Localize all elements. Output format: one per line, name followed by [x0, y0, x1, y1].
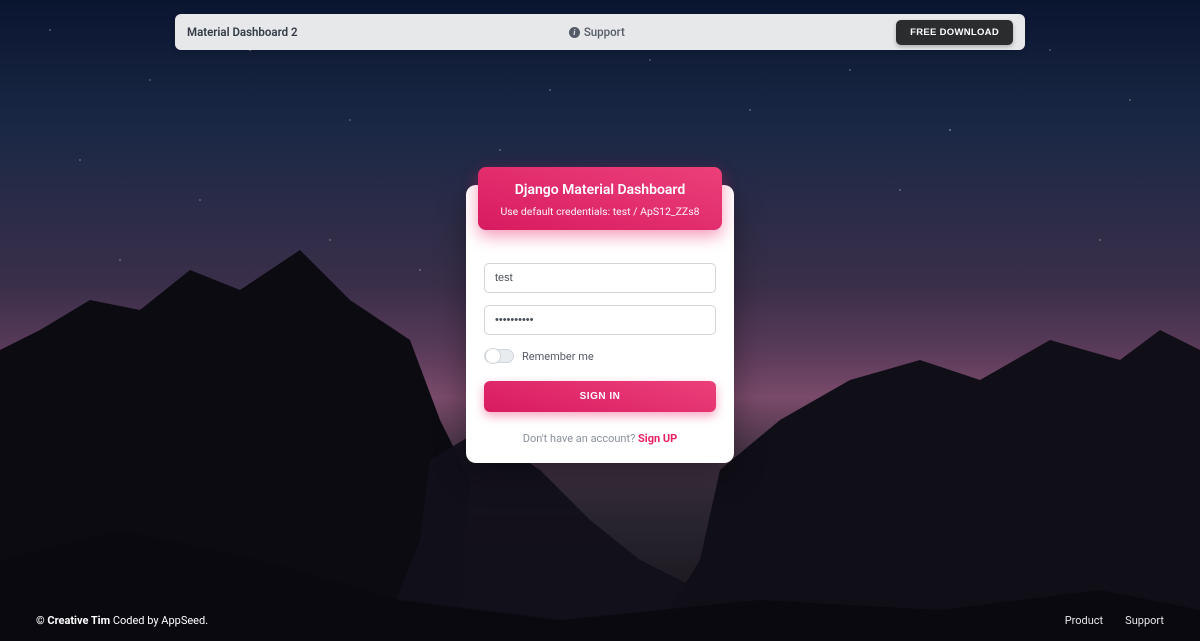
remember-me-label: Remember me — [522, 350, 594, 363]
signup-row: Don't have an account? Sign UP — [484, 432, 716, 445]
remember-me-toggle[interactable] — [484, 349, 514, 363]
footer: © Creative Tim Coded by AppSeed. Product… — [0, 599, 1200, 641]
footer-link-support[interactable]: Support — [1125, 614, 1164, 627]
info-icon: i — [569, 27, 580, 38]
signin-card: Django Material Dashboard Use default cr… — [466, 185, 734, 463]
top-navbar: Material Dashboard 2 i Support FREE DOWN… — [175, 14, 1025, 50]
footer-copyright: © Creative Tim Coded by AppSeed. — [36, 614, 208, 627]
password-input[interactable] — [484, 305, 716, 335]
signin-card-header: Django Material Dashboard Use default cr… — [478, 167, 722, 230]
footer-copyright-bold: © Creative Tim — [36, 614, 110, 627]
username-input[interactable] — [484, 263, 716, 293]
brand-title[interactable]: Material Dashboard 2 — [187, 25, 298, 39]
remember-me-row: Remember me — [484, 349, 716, 363]
signup-prompt: Don't have an account? — [523, 432, 638, 445]
nav-support-link[interactable]: i Support — [298, 25, 897, 39]
footer-copyright-rest: Coded by AppSeed. — [110, 614, 208, 627]
signin-button[interactable]: SIGN IN — [484, 381, 716, 412]
footer-links: Product Support — [1065, 614, 1164, 627]
free-download-button[interactable]: FREE DOWNLOAD — [896, 20, 1013, 45]
nav-support-label: Support — [584, 25, 625, 39]
footer-link-product[interactable]: Product — [1065, 614, 1103, 627]
card-title: Django Material Dashboard — [488, 181, 712, 199]
card-subtitle: Use default credentials: test / ApS12_ZZ… — [488, 205, 712, 218]
signup-link[interactable]: Sign UP — [638, 432, 677, 445]
signin-form: Remember me SIGN IN Don't have an accoun… — [484, 263, 716, 445]
